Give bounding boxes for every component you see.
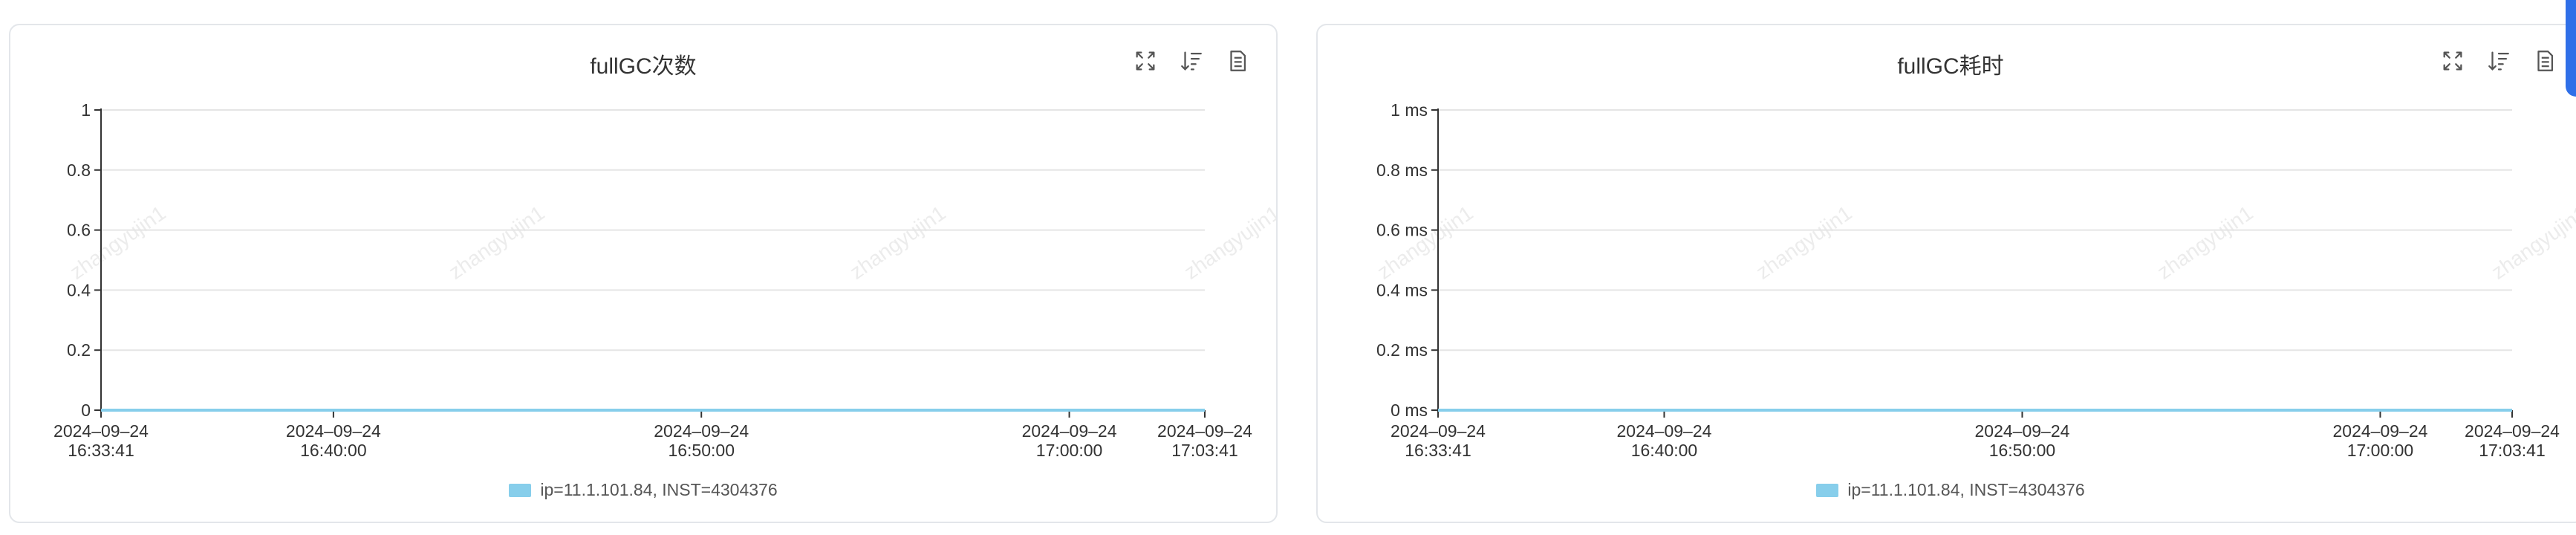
x-tick-label-date: 2024–09–24 bbox=[1975, 421, 2070, 441]
x-tick-label-time: 17:00:00 bbox=[1036, 441, 1103, 460]
x-tick-label-date: 2024–09–24 bbox=[1157, 421, 1252, 441]
floating-side-button[interactable] bbox=[2566, 0, 2576, 97]
x-tick-label-date: 2024–09–24 bbox=[2333, 421, 2428, 441]
x-tick-label-date: 2024–09–24 bbox=[654, 421, 749, 441]
y-tick-label: 1 ms bbox=[1391, 100, 1428, 120]
y-tick-label: 0.4 ms bbox=[1376, 280, 1428, 299]
legend-swatch bbox=[1816, 484, 1838, 497]
x-tick-label-date: 2024–09–24 bbox=[2465, 421, 2560, 441]
x-tick-label-time: 16:33:41 bbox=[1405, 441, 1471, 460]
y-tick-label: 0 bbox=[81, 401, 91, 420]
watermark-text: zhangyujin1 bbox=[1373, 201, 1477, 284]
watermark-text: zhangyujin1 bbox=[444, 201, 548, 284]
y-tick-label: 0.4 bbox=[67, 280, 91, 299]
x-tick-label-time: 16:33:41 bbox=[68, 441, 134, 460]
watermark-text: zhangyujin1 bbox=[2153, 201, 2257, 284]
x-tick-label-time: 16:50:00 bbox=[1989, 441, 2056, 460]
x-tick-label-time: 17:03:41 bbox=[2479, 441, 2546, 460]
legend-label: ip=11.1.101.84, INST=4304376 bbox=[540, 480, 777, 500]
y-tick-label: 0 ms bbox=[1391, 401, 1428, 420]
chart-panel-fullgc-duration: fullGC耗时 zhangyujin1zhangyujin1zhangyuji… bbox=[1316, 24, 2576, 523]
y-tick-label: 0.2 bbox=[67, 340, 91, 360]
watermark-text: zhangyujin1 bbox=[1180, 201, 1278, 284]
chart-plot: zhangyujin1 zhangyujin1 zhangyujin1 zhangyu… bbox=[10, 25, 1278, 523]
chart-panel-fullgc-count: fullGC次数 zhangyujin1zhangyujin1zhangyuji… bbox=[9, 24, 1278, 523]
x-tick-label-time: 17:03:41 bbox=[1171, 441, 1238, 460]
x-tick-label-date: 2024–09–24 bbox=[1617, 421, 1712, 441]
x-tick-label-date: 2024–09–24 bbox=[1022, 421, 1117, 441]
x-tick-label-time: 16:40:00 bbox=[1631, 441, 1698, 460]
y-tick-label: 1 bbox=[81, 100, 91, 120]
legend-label: ip=11.1.101.84, INST=4304376 bbox=[1847, 480, 2084, 500]
chart-legend[interactable]: ip=11.1.101.84, INST=4304376 bbox=[1318, 480, 2576, 500]
x-tick-label-date: 2024–09–24 bbox=[286, 421, 381, 441]
watermark-text: zhangyujin1 bbox=[845, 201, 949, 284]
x-tick-label-time: 16:40:00 bbox=[300, 441, 367, 460]
y-tick-label: 0.8 ms bbox=[1376, 160, 1428, 180]
y-tick-label: 0.6 ms bbox=[1376, 221, 1428, 240]
chart-plot: zhangyujin1 zhangyujin1 zhangyujin1 zhangyu… bbox=[1318, 25, 2576, 523]
legend-swatch bbox=[509, 484, 531, 497]
x-tick-label-date: 2024–09–24 bbox=[53, 421, 149, 441]
watermark-text: zhangyujin1 bbox=[2487, 201, 2576, 284]
y-tick-label: 0.6 bbox=[67, 221, 91, 240]
watermark-text: zhangyujin1 bbox=[65, 201, 169, 284]
watermark-text: zhangyujin1 bbox=[1752, 201, 1855, 284]
x-tick-label-time: 16:50:00 bbox=[668, 441, 735, 460]
y-tick-label: 0.8 bbox=[67, 160, 91, 180]
x-tick-label-time: 17:00:00 bbox=[2347, 441, 2414, 460]
x-tick-label-date: 2024–09–24 bbox=[1391, 421, 1486, 441]
chart-legend[interactable]: ip=11.1.101.84, INST=4304376 bbox=[10, 480, 1276, 500]
y-tick-label: 0.2 ms bbox=[1376, 340, 1428, 360]
